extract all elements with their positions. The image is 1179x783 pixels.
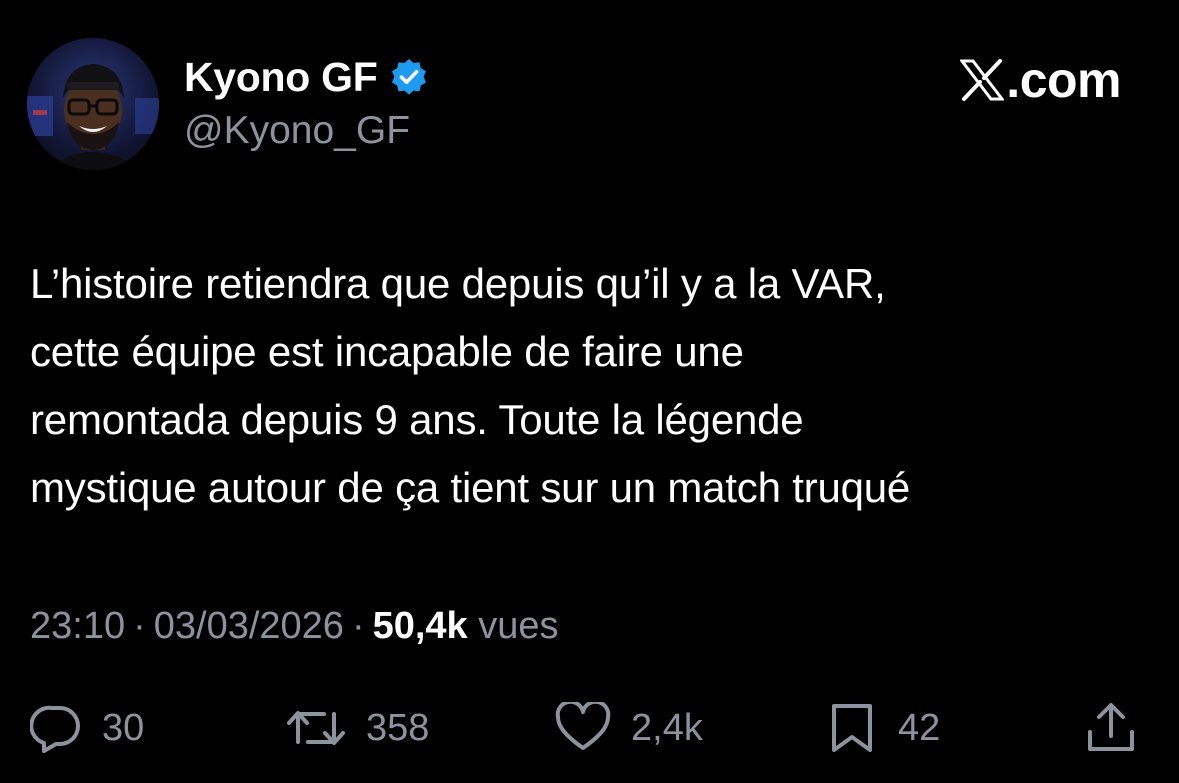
avatar-image [27,38,159,170]
heart-icon [555,702,611,750]
tweet-meta: 23:10 · 03/03/2026 · 50,4k vues [30,600,559,652]
reply-icon [30,705,80,753]
like-count: 2,4k [631,706,703,749]
tweet-text-line: mystique autour de ça tient sur un match… [30,464,911,511]
tweet-text-line: cette équipe est incapable de faire une [30,328,744,375]
tweet-time[interactable]: 23:10 [30,605,125,647]
action-bar: 30 358 2,4k 42 [0,693,1179,763]
views-label: vues [478,605,559,647]
like-button[interactable]: 2,4k [555,693,703,763]
bookmark-count: 42 [898,706,941,749]
views-count: 50,4k [372,605,468,647]
author-display-name[interactable]: Kyono GF [184,52,378,102]
meta-separator: · [351,605,365,647]
tweet-date[interactable]: 03/03/2026 [154,605,344,647]
share-icon [1088,703,1134,751]
avatar[interactable] [27,38,159,170]
author-handle[interactable]: @Kyono_GF [184,107,410,155]
x-logo-icon [960,59,1005,101]
retweet-count: 358 [366,706,430,749]
meta-separator: · [133,605,146,647]
brand-logo: .com [960,52,1121,108]
tweet-text-line: remontada depuis 9 ans. Toute la légende [30,396,804,443]
share-button[interactable] [1085,693,1137,763]
brand-domain: .com [1006,52,1121,108]
reply-button[interactable]: 30 [30,693,144,763]
bookmark-icon [832,704,872,752]
bookmark-button[interactable]: 42 [826,693,940,763]
tweet-text-line: L’histoire retiendra que depuis qu’il y … [30,260,886,307]
author-name-row[interactable]: Kyono GF [184,52,429,102]
tweet-text: L’histoire retiendra que depuis qu’il y … [30,250,1150,522]
verified-badge-icon [389,57,429,97]
retweet-button[interactable]: 358 [286,693,429,763]
reply-count: 30 [102,706,145,749]
tweet-card: Kyono GF @Kyono_GF .com L’histoire retie… [0,0,1179,783]
retweet-icon [287,711,345,745]
